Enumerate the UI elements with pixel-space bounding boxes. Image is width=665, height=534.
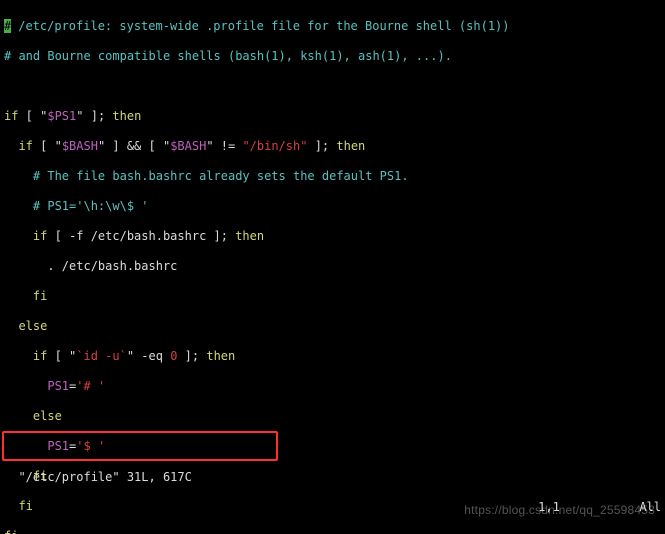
code-line: . /etc/bash.bashrc [4, 259, 661, 274]
code-line: # and Bourne compatible shells (bash(1),… [4, 49, 661, 64]
code-line: fi [4, 289, 661, 304]
keyword-if: if [4, 109, 18, 123]
string: "/bin/sh" [242, 139, 307, 153]
variable: PS1 [47, 439, 69, 453]
keyword-then: then [235, 229, 264, 243]
code-line: # The file bash.bashrc already sets the … [4, 169, 661, 184]
variable: $BASH [170, 139, 206, 153]
status-cursor-pos: 1,1 [538, 500, 560, 514]
keyword-then: then [336, 139, 365, 153]
comment: /etc/profile: system-wide .profile file … [11, 19, 510, 33]
code-line: else [4, 409, 661, 424]
variable: $PS1 [47, 109, 76, 123]
keyword-else: else [33, 409, 62, 423]
keyword-then: then [112, 109, 141, 123]
status-scroll-pct: All [639, 500, 661, 514]
keyword-if: if [33, 229, 47, 243]
vim-status-bar: "/etc/profile" 31L, 617C 1,1 All [4, 455, 661, 530]
code-line: # /etc/profile: system-wide .profile fil… [4, 19, 661, 34]
keyword-if: if [33, 349, 47, 363]
code-line: else [4, 319, 661, 334]
code-line: if [ -f /etc/bash.bashrc ]; then [4, 229, 661, 244]
code-line: if [ "$PS1" ]; then [4, 109, 661, 124]
keyword-then: then [206, 349, 235, 363]
code-line: PS1='$ ' [4, 439, 661, 454]
code-line: PS1='# ' [4, 379, 661, 394]
keyword-if: if [18, 139, 32, 153]
comment: # PS1='\h:\w\$ ' [4, 199, 149, 213]
keyword-fi: fi [33, 289, 47, 303]
string: '# ' [76, 379, 105, 393]
backtick: `id -u` [76, 349, 127, 363]
cursor: # [4, 19, 11, 33]
code-line: if [ "$BASH" ] && [ "$BASH" != "/bin/sh"… [4, 139, 661, 154]
code-line: # PS1='\h:\w\$ ' [4, 199, 661, 214]
editor-viewport[interactable]: # /etc/profile: system-wide .profile fil… [0, 0, 665, 534]
string: '$ ' [76, 439, 105, 453]
keyword-else: else [18, 319, 47, 333]
variable: PS1 [47, 379, 69, 393]
code-line: if [ "`id -u`" -eq 0 ]; then [4, 349, 661, 364]
comment: # and Bourne compatible shells (bash(1),… [4, 49, 452, 63]
status-file-info: "/etc/profile" 31L, 617C [18, 470, 191, 484]
variable: $BASH [62, 139, 98, 153]
comment: # The file bash.bashrc already sets the … [4, 169, 409, 183]
blank-line [4, 79, 661, 94]
